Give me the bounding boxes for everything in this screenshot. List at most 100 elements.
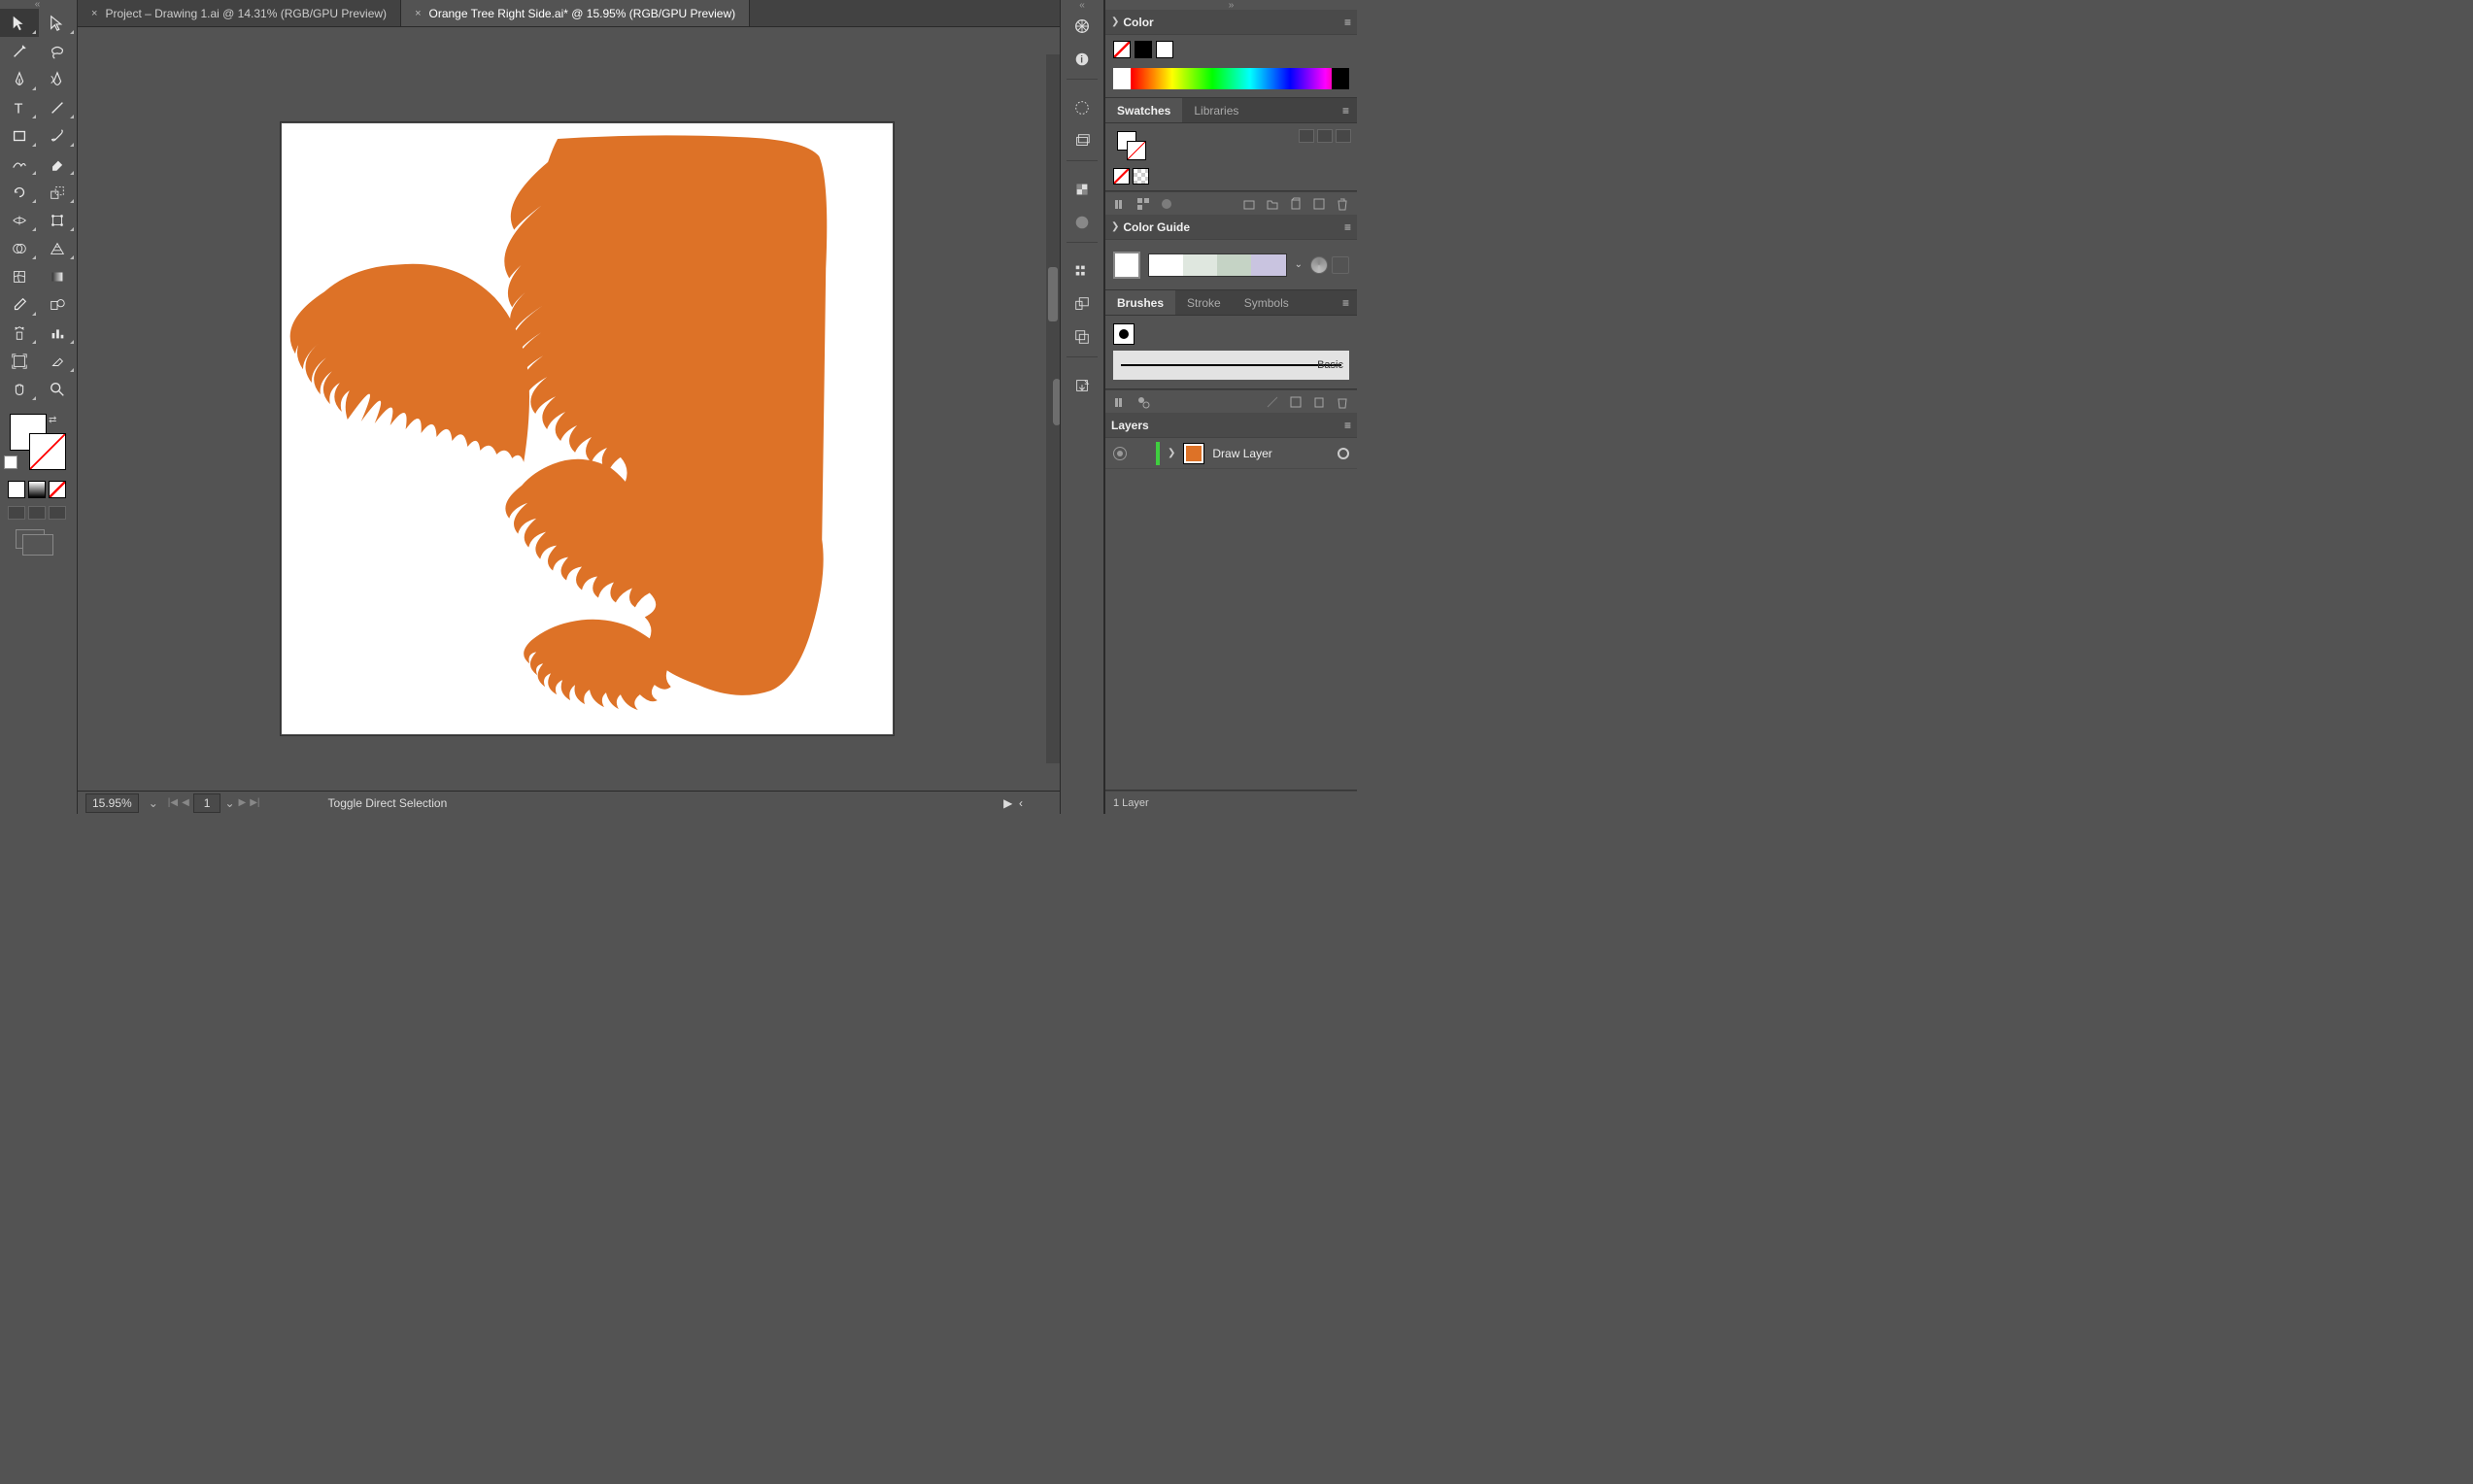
scale-tool[interactable]: [39, 178, 78, 206]
blend-tool[interactable]: [39, 290, 78, 319]
hand-tool[interactable]: [0, 375, 39, 403]
edit-colors-icon[interactable]: [1332, 256, 1349, 274]
color-guide-header[interactable]: ❯ Color Guide ≡: [1105, 215, 1357, 240]
info-icon[interactable]: i: [1061, 43, 1103, 76]
artboard-number-field[interactable]: 1: [193, 793, 221, 813]
zoom-dropdown[interactable]: ⌄: [149, 796, 158, 810]
screen-mode[interactable]: [0, 523, 77, 549]
type-tool[interactable]: T: [0, 93, 39, 121]
curvature-tool[interactable]: [39, 65, 78, 93]
width-tool[interactable]: [0, 206, 39, 234]
dock-grip[interactable]: [1061, 0, 1103, 10]
stroke-tab[interactable]: Stroke: [1175, 290, 1233, 315]
eyedropper-tool[interactable]: [0, 290, 39, 319]
swatches-tab[interactable]: Swatches: [1105, 98, 1182, 122]
panel-menu-icon[interactable]: ≡: [1344, 220, 1351, 234]
column-graph-tool[interactable]: [39, 319, 78, 347]
prev-artboard-button[interactable]: ◀: [182, 797, 189, 808]
asset-export-icon[interactable]: [1061, 369, 1103, 402]
free-transform-tool[interactable]: [39, 206, 78, 234]
visibility-toggle[interactable]: [1113, 447, 1127, 460]
magic-wand-tool[interactable]: [0, 37, 39, 65]
artboard[interactable]: [281, 122, 894, 735]
gradient-tool[interactable]: [39, 262, 78, 290]
swatch-fill-stroke[interactable]: [1113, 131, 1138, 160]
color-none-swatch[interactable]: [1113, 41, 1131, 58]
draw-normal[interactable]: [8, 506, 25, 520]
pathfinder-icon[interactable]: [1061, 320, 1103, 354]
trash-icon[interactable]: [1336, 197, 1349, 211]
brush-main-icon[interactable]: [1136, 395, 1150, 409]
toolbox-grip[interactable]: [0, 0, 77, 9]
color-panel-header[interactable]: ❯ Color ≡: [1105, 10, 1357, 35]
swatch-large-view[interactable]: [1336, 129, 1351, 143]
transform-icon[interactable]: [1061, 287, 1103, 320]
align-icon[interactable]: [1061, 254, 1103, 287]
brush-options-icon[interactable]: [1289, 395, 1303, 409]
gradient-panel-icon[interactable]: [1061, 206, 1103, 239]
new-icon[interactable]: [1312, 197, 1326, 211]
vector-artwork[interactable]: [282, 123, 893, 734]
navigator-icon[interactable]: [1061, 10, 1103, 43]
layer-name[interactable]: Draw Layer: [1212, 447, 1330, 460]
selection-tool[interactable]: [0, 9, 39, 37]
brush-round-preview[interactable]: [1113, 323, 1135, 345]
brushes-tab[interactable]: Brushes: [1105, 290, 1175, 315]
eraser-tool[interactable]: [39, 150, 78, 178]
slice-tool[interactable]: [39, 347, 78, 375]
canvas[interactable]: [78, 27, 1060, 791]
color-spectrum[interactable]: [1113, 68, 1349, 89]
new-group-icon[interactable]: [1242, 197, 1256, 211]
color-mode-color[interactable]: [8, 481, 25, 498]
new-folder-icon[interactable]: [1266, 197, 1279, 211]
swatch-none[interactable]: [1113, 168, 1130, 185]
first-artboard-button[interactable]: |◀: [168, 797, 178, 808]
new-brush-icon[interactable]: [1312, 395, 1326, 409]
swatch-small-view[interactable]: [1317, 129, 1333, 143]
brush-libraries-icon[interactable]: [1113, 395, 1127, 409]
paintbrush-tool[interactable]: [39, 121, 78, 150]
swatch-list-view[interactable]: [1299, 129, 1314, 143]
target-icon[interactable]: [1338, 448, 1349, 459]
scrollbar-thumb[interactable]: [1048, 267, 1058, 321]
brush-basic-row[interactable]: Basic: [1113, 351, 1349, 380]
layer-row[interactable]: ❯ Draw Layer: [1105, 438, 1357, 469]
status-play-icon[interactable]: ▶ ‹: [1003, 796, 1023, 810]
draw-behind[interactable]: [28, 506, 46, 520]
panels-grip[interactable]: [1105, 0, 1357, 10]
swap-fill-stroke[interactable]: ⇄: [49, 415, 56, 425]
mesh-tool[interactable]: [0, 262, 39, 290]
zoom-field[interactable]: 15.95%: [85, 793, 139, 813]
panel-menu-icon[interactable]: ≡: [1344, 16, 1351, 29]
close-icon[interactable]: ×: [415, 8, 421, 19]
rectangle-tool[interactable]: [0, 121, 39, 150]
swatch-registration[interactable]: [1133, 168, 1149, 185]
layers-header[interactable]: Layers ≡: [1105, 413, 1357, 438]
graphic-styles-icon[interactable]: [1061, 124, 1103, 157]
show-kinds-icon[interactable]: [1136, 197, 1150, 211]
line-tool[interactable]: [39, 93, 78, 121]
symbol-sprayer-tool[interactable]: [0, 319, 39, 347]
default-fill-stroke[interactable]: [4, 455, 17, 469]
libraries-menu-icon[interactable]: [1113, 197, 1127, 211]
artboard-tool[interactable]: [0, 347, 39, 375]
stroke-swatch[interactable]: [29, 433, 66, 470]
artboard-dropdown[interactable]: ⌄: [224, 796, 234, 810]
color-mode-none[interactable]: [49, 481, 66, 498]
color-black-swatch[interactable]: [1135, 41, 1152, 58]
zoom-tool[interactable]: [39, 375, 78, 403]
panel-menu-icon[interactable]: ≡: [1335, 290, 1357, 315]
panel-menu-icon[interactable]: ≡: [1344, 419, 1351, 432]
color-wheel-icon[interactable]: [1310, 256, 1328, 274]
document-tab-1[interactable]: ×Orange Tree Right Side.ai* @ 15.95% (RG…: [401, 0, 750, 26]
document-tab-0[interactable]: ×Project – Drawing 1.ai @ 14.31% (RGB/GP…: [78, 0, 401, 26]
panel-menu-icon[interactable]: ≡: [1335, 98, 1357, 122]
expand-layer-icon[interactable]: ❯: [1168, 448, 1175, 458]
shaper-tool[interactable]: [0, 150, 39, 178]
symbols-tab[interactable]: Symbols: [1233, 290, 1301, 315]
fill-stroke-indicator[interactable]: ⇄: [0, 409, 77, 477]
harmony-strip[interactable]: [1148, 253, 1287, 277]
shape-builder-tool[interactable]: [0, 234, 39, 262]
new-swatch-icon[interactable]: [1289, 197, 1303, 211]
direct-selection-tool[interactable]: [39, 9, 78, 37]
